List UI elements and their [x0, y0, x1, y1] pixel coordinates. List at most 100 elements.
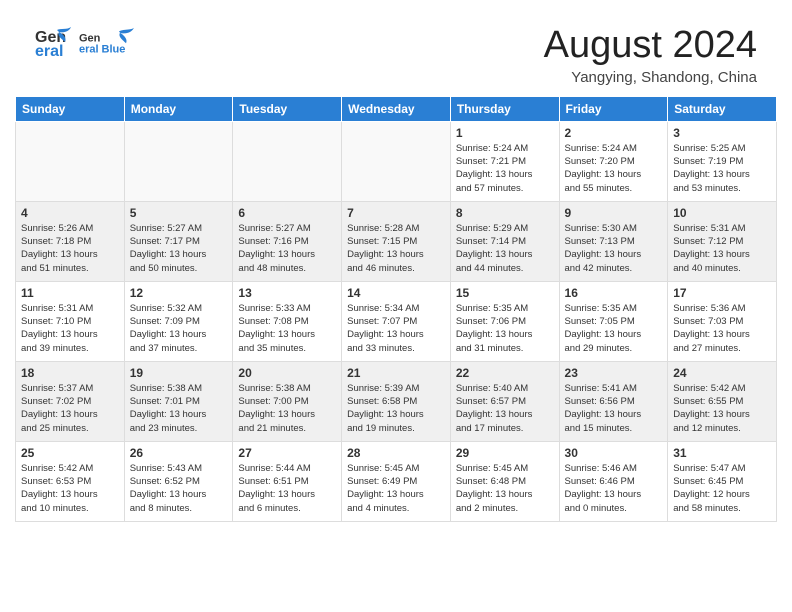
day-info: Sunrise: 5:31 AM Sunset: 7:12 PM Dayligh… — [673, 222, 771, 275]
day-number: 18 — [21, 366, 119, 380]
calendar-day-cell: 19 Sunrise: 5:38 AM Sunset: 7:01 PM Dayli… — [124, 361, 233, 441]
calendar-day-cell: 25Sunrise: 5:42 AM Sunset: 6:53 PM Dayli… — [16, 441, 125, 521]
title-section: August 2024 Yangying, Shandong, China — [544, 25, 757, 86]
calendar-day-cell: 27Sunrise: 5:44 AM Sunset: 6:51 PM Dayli… — [233, 441, 342, 521]
calendar-week-row: 18 Sunrise: 5:37 AM Sunset: 7:02 PM Dayli… — [16, 361, 777, 441]
day-number: 6 — [238, 206, 336, 220]
day-info: Sunrise: 5:27 AM Sunset: 7:16 PM Dayligh… — [238, 222, 336, 275]
calendar-day-cell: 24 Sunrise: 5:42 AM Sunset: 6:55 PM Dayli… — [668, 361, 777, 441]
day-number: 11 — [21, 286, 119, 300]
day-info: Sunrise: 5:35 AM Sunset: 7:05 PM Dayligh… — [565, 302, 663, 355]
calendar-day-cell: 31 Sunrise: 5:47 AM Sunset: 6:45 PM Dayli… — [668, 441, 777, 521]
day-number: 2 — [565, 126, 663, 140]
calendar-day-cell: 13 Sunrise: 5:33 AM Sunset: 7:08 PM Dayli… — [233, 281, 342, 361]
day-number: 9 — [565, 206, 663, 220]
day-info: Sunrise: 5:37 AM Sunset: 7:02 PM Dayligh… — [21, 382, 119, 435]
svg-text:Blue: Blue — [102, 43, 126, 55]
calendar-week-row: 11 Sunrise: 5:31 AM Sunset: 7:10 PM Dayli… — [16, 281, 777, 361]
calendar-day-cell: 30Sunrise: 5:46 AM Sunset: 6:46 PM Dayli… — [559, 441, 668, 521]
calendar-table: SundayMondayTuesdayWednesdayThursdayFrid… — [15, 96, 777, 522]
main-title: August 2024 — [544, 25, 757, 67]
day-number: 13 — [238, 286, 336, 300]
calendar-day-cell — [16, 121, 125, 201]
day-number: 22 — [456, 366, 554, 380]
day-info: Sunrise: 5:47 AM Sunset: 6:45 PM Dayligh… — [673, 462, 771, 515]
day-number: 26 — [130, 446, 228, 460]
logo: Gen eral Gen eral Blue — [35, 25, 134, 57]
day-info: Sunrise: 5:41 AM Sunset: 6:56 PM Dayligh… — [565, 382, 663, 435]
day-number: 23 — [565, 366, 663, 380]
calendar-day-cell: 6 Sunrise: 5:27 AM Sunset: 7:16 PM Daylig… — [233, 201, 342, 281]
calendar-day-cell: 22Sunrise: 5:40 AM Sunset: 6:57 PM Dayli… — [450, 361, 559, 441]
day-info: Sunrise: 5:42 AM Sunset: 6:55 PM Dayligh… — [673, 382, 771, 435]
calendar-day-cell: 28 Sunrise: 5:45 AM Sunset: 6:49 PM Dayli… — [342, 441, 451, 521]
day-number: 20 — [238, 366, 336, 380]
svg-text:eral: eral — [35, 43, 63, 56]
day-info: Sunrise: 5:24 AM Sunset: 7:20 PM Dayligh… — [565, 142, 663, 195]
calendar-week-row: 25Sunrise: 5:42 AM Sunset: 6:53 PM Dayli… — [16, 441, 777, 521]
day-number: 24 — [673, 366, 771, 380]
day-number: 5 — [130, 206, 228, 220]
calendar-day-cell: 23 Sunrise: 5:41 AM Sunset: 6:56 PM Dayli… — [559, 361, 668, 441]
calendar-day-cell: 11 Sunrise: 5:31 AM Sunset: 7:10 PM Dayli… — [16, 281, 125, 361]
day-info: Sunrise: 5:45 AM Sunset: 6:49 PM Dayligh… — [347, 462, 445, 515]
day-number: 12 — [130, 286, 228, 300]
logo-icon: Gen eral — [35, 26, 73, 56]
subtitle: Yangying, Shandong, China — [544, 69, 757, 86]
calendar-day-cell: 29Sunrise: 5:45 AM Sunset: 6:48 PM Dayli… — [450, 441, 559, 521]
svg-text:eral: eral — [79, 43, 99, 55]
day-info: Sunrise: 5:34 AM Sunset: 7:07 PM Dayligh… — [347, 302, 445, 355]
calendar-day-cell: 10 Sunrise: 5:31 AM Sunset: 7:12 PM Dayli… — [668, 201, 777, 281]
calendar-day-cell: 15 Sunrise: 5:35 AM Sunset: 7:06 PM Dayli… — [450, 281, 559, 361]
weekday-header: Friday — [559, 96, 668, 121]
day-info: Sunrise: 5:29 AM Sunset: 7:14 PM Dayligh… — [456, 222, 554, 275]
weekday-header: Thursday — [450, 96, 559, 121]
day-info: Sunrise: 5:24 AM Sunset: 7:21 PM Dayligh… — [456, 142, 554, 195]
day-info: Sunrise: 5:39 AM Sunset: 6:58 PM Dayligh… — [347, 382, 445, 435]
day-number: 1 — [456, 126, 554, 140]
calendar-day-cell: 2 Sunrise: 5:24 AM Sunset: 7:20 PM Daylig… — [559, 121, 668, 201]
day-number: 10 — [673, 206, 771, 220]
calendar-day-cell: 7Sunrise: 5:28 AM Sunset: 7:15 PM Daylig… — [342, 201, 451, 281]
calendar-day-cell: 18 Sunrise: 5:37 AM Sunset: 7:02 PM Dayli… — [16, 361, 125, 441]
calendar-day-cell: 1 Sunrise: 5:24 AM Sunset: 7:21 PM Daylig… — [450, 121, 559, 201]
day-info: Sunrise: 5:26 AM Sunset: 7:18 PM Dayligh… — [21, 222, 119, 275]
calendar-day-cell: 8 Sunrise: 5:29 AM Sunset: 7:14 PM Daylig… — [450, 201, 559, 281]
day-number: 28 — [347, 446, 445, 460]
calendar-day-cell: 9 Sunrise: 5:30 AM Sunset: 7:13 PM Daylig… — [559, 201, 668, 281]
day-info: Sunrise: 5:45 AM Sunset: 6:48 PM Dayligh… — [456, 462, 554, 515]
calendar-day-cell: 12 Sunrise: 5:32 AM Sunset: 7:09 PM Dayli… — [124, 281, 233, 361]
day-number: 15 — [456, 286, 554, 300]
weekday-header: Sunday — [16, 96, 125, 121]
day-number: 8 — [456, 206, 554, 220]
day-info: Sunrise: 5:46 AM Sunset: 6:46 PM Dayligh… — [565, 462, 663, 515]
day-info: Sunrise: 5:25 AM Sunset: 7:19 PM Dayligh… — [673, 142, 771, 195]
day-info: Sunrise: 5:35 AM Sunset: 7:06 PM Dayligh… — [456, 302, 554, 355]
day-number: 4 — [21, 206, 119, 220]
day-info: Sunrise: 5:38 AM Sunset: 7:01 PM Dayligh… — [130, 382, 228, 435]
day-number: 19 — [130, 366, 228, 380]
day-info: Sunrise: 5:30 AM Sunset: 7:13 PM Dayligh… — [565, 222, 663, 275]
day-info: Sunrise: 5:28 AM Sunset: 7:15 PM Dayligh… — [347, 222, 445, 275]
calendar-week-row: 4 Sunrise: 5:26 AM Sunset: 7:18 PM Daylig… — [16, 201, 777, 281]
day-info: Sunrise: 5:33 AM Sunset: 7:08 PM Dayligh… — [238, 302, 336, 355]
calendar-day-cell: 14Sunrise: 5:34 AM Sunset: 7:07 PM Dayli… — [342, 281, 451, 361]
day-number: 25 — [21, 446, 119, 460]
day-number: 3 — [673, 126, 771, 140]
calendar-day-cell: 21 Sunrise: 5:39 AM Sunset: 6:58 PM Dayli… — [342, 361, 451, 441]
calendar-week-row: 1 Sunrise: 5:24 AM Sunset: 7:21 PM Daylig… — [16, 121, 777, 201]
day-info: Sunrise: 5:32 AM Sunset: 7:09 PM Dayligh… — [130, 302, 228, 355]
day-number: 16 — [565, 286, 663, 300]
day-number: 17 — [673, 286, 771, 300]
day-number: 31 — [673, 446, 771, 460]
weekday-header: Monday — [124, 96, 233, 121]
calendar-day-cell: 17Sunrise: 5:36 AM Sunset: 7:03 PM Dayli… — [668, 281, 777, 361]
calendar-day-cell — [124, 121, 233, 201]
calendar-day-cell — [342, 121, 451, 201]
calendar-day-cell: 4 Sunrise: 5:26 AM Sunset: 7:18 PM Daylig… — [16, 201, 125, 281]
day-number: 21 — [347, 366, 445, 380]
weekday-header: Wednesday — [342, 96, 451, 121]
calendar-header-row: SundayMondayTuesdayWednesdayThursdayFrid… — [16, 96, 777, 121]
calendar-day-cell — [233, 121, 342, 201]
day-info: Sunrise: 5:31 AM Sunset: 7:10 PM Dayligh… — [21, 302, 119, 355]
